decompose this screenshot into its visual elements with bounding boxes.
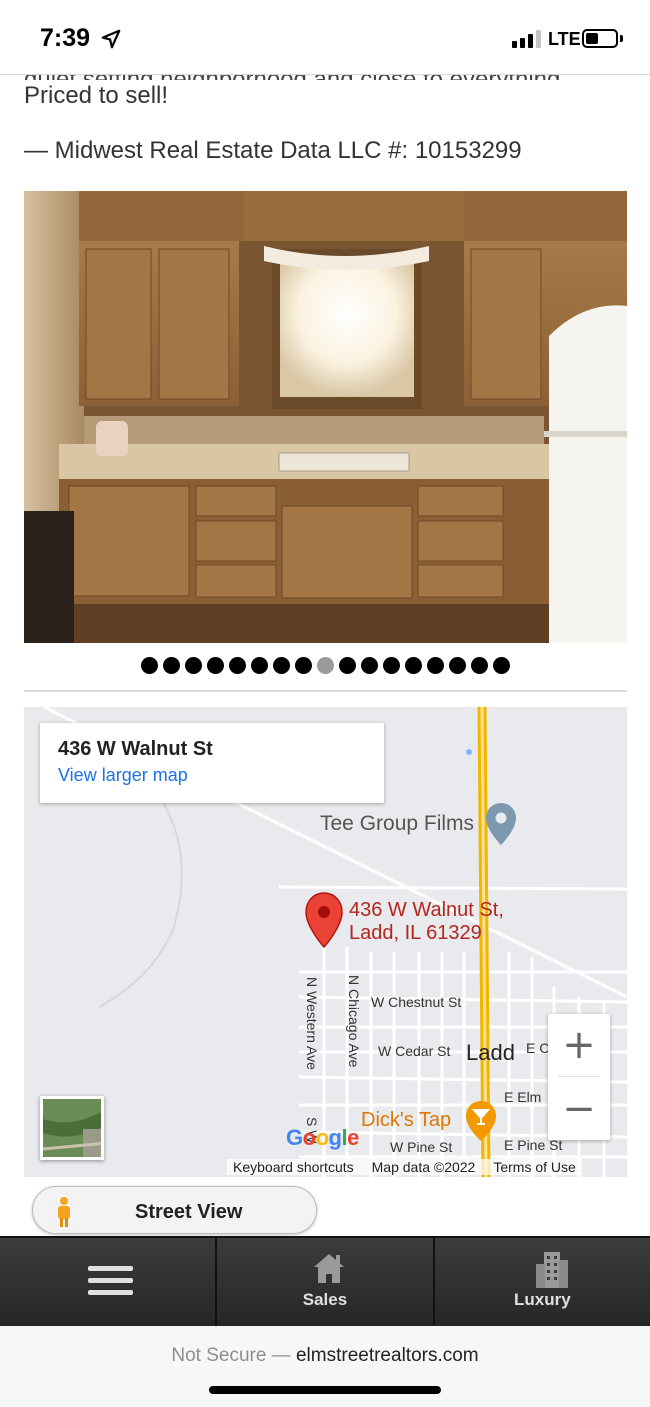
- signal-icon: [512, 30, 541, 48]
- nav-menu[interactable]: [0, 1238, 218, 1326]
- house-icon: [314, 1254, 345, 1283]
- gallery-dot[interactable]: [470, 657, 488, 674]
- terms-of-use-link[interactable]: Terms of Use: [493, 1159, 575, 1175]
- place-pin-icon[interactable]: [484, 801, 518, 847]
- map-data-label: Map data ©2022: [371, 1159, 476, 1175]
- satellite-toggle[interactable]: [40, 1096, 104, 1160]
- map-card-title: 436 W Walnut St: [58, 738, 213, 760]
- browser-url-bar[interactable]: Not Secure — elmstreetrealtors.com: [0, 1326, 650, 1407]
- nav-luxury-label: Luxury: [513, 1290, 571, 1309]
- gallery-dot[interactable]: [272, 657, 290, 674]
- view-larger-map-link[interactable]: View larger map: [58, 765, 366, 786]
- zoom-controls: + −: [548, 1014, 610, 1140]
- gallery-dot[interactable]: [162, 657, 180, 674]
- mls-attribution: — Midwest Real Estate Data LLC #: 101532…: [24, 137, 522, 164]
- street-w-cedar: W Cedar St: [378, 1043, 451, 1059]
- network-label: LTE: [548, 29, 581, 49]
- location-arrow-icon: [101, 29, 121, 49]
- location-pin-icon[interactable]: [304, 891, 344, 949]
- url-domain: elmstreetrealtors.com: [295, 1345, 479, 1366]
- gallery-dot[interactable]: [140, 657, 158, 674]
- keyboard-shortcuts-link[interactable]: Keyboard shortcuts: [233, 1159, 354, 1175]
- pin-address-line1: 436 W Walnut St,: [349, 899, 504, 921]
- gallery-dot[interactable]: [426, 657, 444, 674]
- street-n-chicago: N Chicago Ave: [346, 975, 362, 1068]
- map-info-card: 436 W Walnut St View larger map: [40, 723, 384, 803]
- gallery-dot[interactable]: [448, 657, 466, 674]
- zoom-out-button[interactable]: −: [548, 1078, 610, 1140]
- building-icon: [535, 1252, 568, 1288]
- street-view-label: Street View: [135, 1201, 243, 1223]
- gallery-dot[interactable]: [338, 657, 356, 674]
- street-w-pine: W Pine St: [390, 1139, 453, 1155]
- description-priced: Priced to sell!: [24, 82, 169, 109]
- pegman-icon: [58, 1197, 70, 1227]
- status-bar: 7:39 LTE: [0, 0, 650, 75]
- gallery-dot[interactable]: [492, 657, 510, 674]
- not-secure-label: Not Secure —: [171, 1345, 291, 1366]
- poi-dicks-tap[interactable]: Dick's Tap: [361, 1109, 451, 1132]
- status-time: 7:39: [40, 24, 91, 52]
- pin-address-line2: Ladd, IL 61329: [349, 922, 482, 944]
- street-view-button[interactable]: Street View: [32, 1186, 317, 1234]
- gallery-dot[interactable]: [228, 657, 246, 674]
- street-e-elm: E Elm: [504, 1089, 542, 1105]
- town-ladd: Ladd: [466, 1040, 515, 1065]
- bar-pin-icon[interactable]: [464, 1099, 498, 1143]
- menu-icon: [88, 1266, 133, 1296]
- section-divider: [24, 690, 627, 692]
- nav-sales-label: Sales: [302, 1290, 348, 1309]
- nav-luxury[interactable]: Luxury: [434, 1238, 650, 1326]
- gallery-dot[interactable]: [206, 657, 224, 674]
- map-footer: Keyboard shortcuts Map data ©2022 Terms …: [227, 1159, 582, 1175]
- bottom-nav: Sales Luxury: [0, 1236, 650, 1326]
- gallery-dot[interactable]: [404, 657, 422, 674]
- kitchen-image: [24, 191, 627, 643]
- gallery-dot[interactable]: [360, 657, 378, 674]
- map-embed[interactable]: 436 W Walnut St View larger map Tee Grou…: [24, 707, 627, 1177]
- street-n-western: N Western Ave: [304, 977, 320, 1070]
- street-w-chestnut: W Chestnut St: [371, 994, 462, 1010]
- nav-sales[interactable]: Sales: [217, 1238, 435, 1326]
- gallery-dot[interactable]: [294, 657, 312, 674]
- poi-tee-group-films[interactable]: Tee Group Films: [320, 812, 474, 836]
- listing-photo[interactable]: [24, 191, 627, 643]
- gallery-dot[interactable]: [316, 657, 334, 674]
- gallery-dot[interactable]: [382, 657, 400, 674]
- street-e-c: E C: [526, 1040, 550, 1056]
- google-logo: Google: [286, 1125, 359, 1150]
- zoom-in-button[interactable]: +: [548, 1014, 610, 1076]
- gallery-dots: [0, 657, 650, 677]
- satellite-thumbnail-icon: [43, 1099, 101, 1157]
- battery-tip: [620, 35, 623, 42]
- pin-address: 436 W Walnut St, Ladd, IL 61329: [349, 899, 504, 945]
- zoom-separator: [558, 1076, 600, 1077]
- home-indicator[interactable]: [209, 1386, 441, 1394]
- gallery-dot[interactable]: [250, 657, 268, 674]
- gallery-dot[interactable]: [184, 657, 202, 674]
- battery-icon: [582, 29, 618, 48]
- url-text[interactable]: Not Secure — elmstreetrealtors.com: [0, 1345, 650, 1367]
